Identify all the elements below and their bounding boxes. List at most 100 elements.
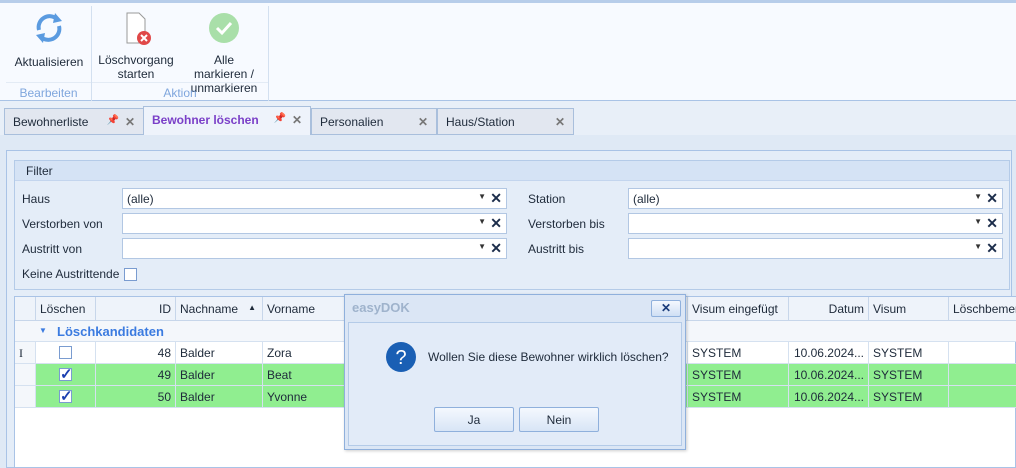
delete-checkbox-cell[interactable]: ✓ [36, 364, 96, 386]
close-icon[interactable]: ✕ [292, 113, 302, 127]
cell-nachname[interactable]: Balder [176, 386, 263, 408]
cell-visum_eingefuegt[interactable]: SYSTEM [688, 342, 789, 364]
dropdown-arrow-icon[interactable]: ▼ [478, 242, 486, 251]
refresh-icon [36, 13, 62, 43]
cell-visum[interactable]: SYSTEM [869, 386, 949, 408]
cell-datum[interactable]: 10.06.2024... [789, 386, 869, 408]
austritt-von-label: Austritt von [22, 242, 83, 256]
checked-checkbox[interactable]: ✓ [59, 388, 73, 405]
start-delete-button[interactable]: Löschvorgang starten [94, 10, 178, 81]
tab-label: Personalien [320, 115, 384, 129]
dropdown-arrow-icon[interactable]: ▼ [974, 242, 982, 251]
verstorben-von-combo[interactable]: ▼ ✕ [122, 213, 507, 234]
austritt-bis-combo[interactable]: ▼ ✕ [628, 238, 1003, 259]
close-icon[interactable]: ✕ [555, 115, 565, 129]
cell-vorname[interactable]: Zora [263, 342, 346, 364]
cell-visum_eingefuegt[interactable]: SYSTEM [688, 364, 789, 386]
column-header-vorname[interactable]: Vorname [263, 297, 346, 321]
dialog-body: ? Wollen Sie diese Bewohner wirklich lös… [348, 322, 682, 446]
document-tabs: Bewohnerliste 📌 ✕ Bewohner löschen 📌 ✕ Perso… [0, 101, 1016, 135]
cell-visum[interactable]: SYSTEM [869, 364, 949, 386]
group-label-aktion: Aktion [92, 82, 268, 100]
collapse-icon[interactable]: ▼ [39, 326, 47, 335]
no-button[interactable]: Nein [519, 407, 599, 432]
keine-austrittende-checkbox[interactable] [124, 268, 137, 281]
verstorben-von-label: Verstorben von [22, 217, 103, 231]
checkmark-icon: ✓ [60, 388, 73, 405]
station-label: Station [528, 192, 566, 206]
cell-bemerkung[interactable] [949, 342, 1016, 364]
column-header-nachname[interactable]: Nachname ▲ [176, 297, 263, 321]
column-header-id[interactable]: ID [96, 297, 176, 321]
svg-text:?: ? [395, 347, 406, 369]
cell-id[interactable]: 50 [96, 386, 176, 408]
ribbon-group-bearbeiten: Aktualisieren Bearbeiten [6, 6, 92, 102]
column-header-visum-eingefuegt[interactable]: Visum eingefügt [688, 297, 789, 321]
tab-personalien[interactable]: Personalien ✕ [311, 108, 437, 135]
cell-bemerkung[interactable] [949, 364, 1016, 386]
haus-combo[interactable]: (alle) ▼ ✕ [122, 188, 507, 209]
sort-ascending-icon: ▲ [248, 303, 256, 312]
dropdown-arrow-icon[interactable]: ▼ [478, 192, 486, 201]
cell-id[interactable]: 49 [96, 364, 176, 386]
column-header-loeschen[interactable]: Löschen [36, 297, 96, 321]
clear-icon[interactable]: ✕ [986, 240, 998, 257]
tab-haus-station[interactable]: Haus/Station ✕ [437, 108, 574, 135]
confirm-dialog: easyDOK ✕ ? Wollen Sie diese Bewohner wi… [344, 294, 686, 450]
cell-id[interactable]: 48 [96, 342, 176, 364]
cell-datum[interactable]: 10.06.2024... [789, 364, 869, 386]
column-header-datum[interactable]: Datum [789, 297, 869, 321]
cell-vorname[interactable]: Beat [263, 364, 346, 386]
clear-icon[interactable]: ✕ [490, 240, 502, 257]
dialog-close-button[interactable]: ✕ [651, 300, 681, 317]
tab-bewohnerliste[interactable]: Bewohnerliste 📌 ✕ [4, 108, 144, 135]
clear-icon[interactable]: ✕ [490, 190, 502, 207]
tab-label: Bewohner löschen [152, 113, 259, 127]
cell-vorname[interactable]: Yvonne [263, 386, 346, 408]
pin-icon[interactable]: 📌 [274, 113, 286, 124]
filter-title: Filter [15, 161, 1009, 181]
refresh-label: Aktualisieren [14, 55, 84, 69]
delete-document-icon [126, 12, 151, 45]
checked-checkbox[interactable]: ✓ [59, 366, 73, 383]
dialog-message: Wollen Sie diese Bewohner wirklich lösch… [428, 350, 669, 364]
cell-visum[interactable]: SYSTEM [869, 342, 949, 364]
cell-nachname[interactable]: Balder [176, 364, 263, 386]
tab-bewohner-loeschen[interactable]: Bewohner löschen 📌 ✕ [143, 106, 311, 135]
column-header-visum[interactable]: Visum [869, 297, 949, 321]
dropdown-arrow-icon[interactable]: ▼ [478, 217, 486, 226]
column-header-loeschbemerkung[interactable]: Löschbemer [949, 297, 1016, 321]
ribbon: Aktualisieren Bearbeiten Löschvorgang st… [0, 0, 1016, 102]
dropdown-arrow-icon[interactable]: ▼ [974, 192, 982, 201]
dialog-title: easyDOK [352, 300, 410, 315]
start-delete-label: Löschvorgang starten [98, 53, 174, 81]
close-icon[interactable]: ✕ [125, 115, 135, 129]
station-combo[interactable]: (alle) ▼ ✕ [628, 188, 1003, 209]
tab-label: Bewohnerliste [13, 115, 89, 129]
delete-checkbox-cell[interactable] [36, 342, 96, 364]
cell-visum_eingefuegt[interactable]: SYSTEM [688, 386, 789, 408]
pin-icon[interactable]: 📌 [107, 115, 119, 126]
cell-datum[interactable]: 10.06.2024... [789, 342, 869, 364]
verstorben-bis-combo[interactable]: ▼ ✕ [628, 213, 1003, 234]
row-indicator[interactable] [15, 364, 36, 386]
row-indicator[interactable]: I [15, 342, 36, 364]
haus-label: Haus [22, 192, 51, 206]
checkmark-circle-icon [209, 13, 239, 43]
group-label: Löschkandidaten [57, 324, 164, 339]
delete-checkbox-cell[interactable]: ✓ [36, 386, 96, 408]
cell-bemerkung[interactable] [949, 386, 1016, 408]
dropdown-arrow-icon[interactable]: ▼ [974, 217, 982, 226]
refresh-button[interactable]: Aktualisieren [8, 10, 90, 69]
keine-austrittende-label: Keine Austrittende [22, 267, 120, 281]
column-label: Nachname [180, 302, 239, 316]
clear-icon[interactable]: ✕ [986, 190, 998, 207]
clear-icon[interactable]: ✕ [986, 215, 998, 232]
unchecked-checkbox[interactable] [59, 346, 72, 359]
close-icon[interactable]: ✕ [418, 115, 428, 129]
austritt-von-combo[interactable]: ▼ ✕ [122, 238, 507, 259]
cell-nachname[interactable]: Balder [176, 342, 263, 364]
clear-icon[interactable]: ✕ [490, 215, 502, 232]
row-indicator[interactable] [15, 386, 36, 408]
yes-button[interactable]: Ja [434, 407, 514, 432]
